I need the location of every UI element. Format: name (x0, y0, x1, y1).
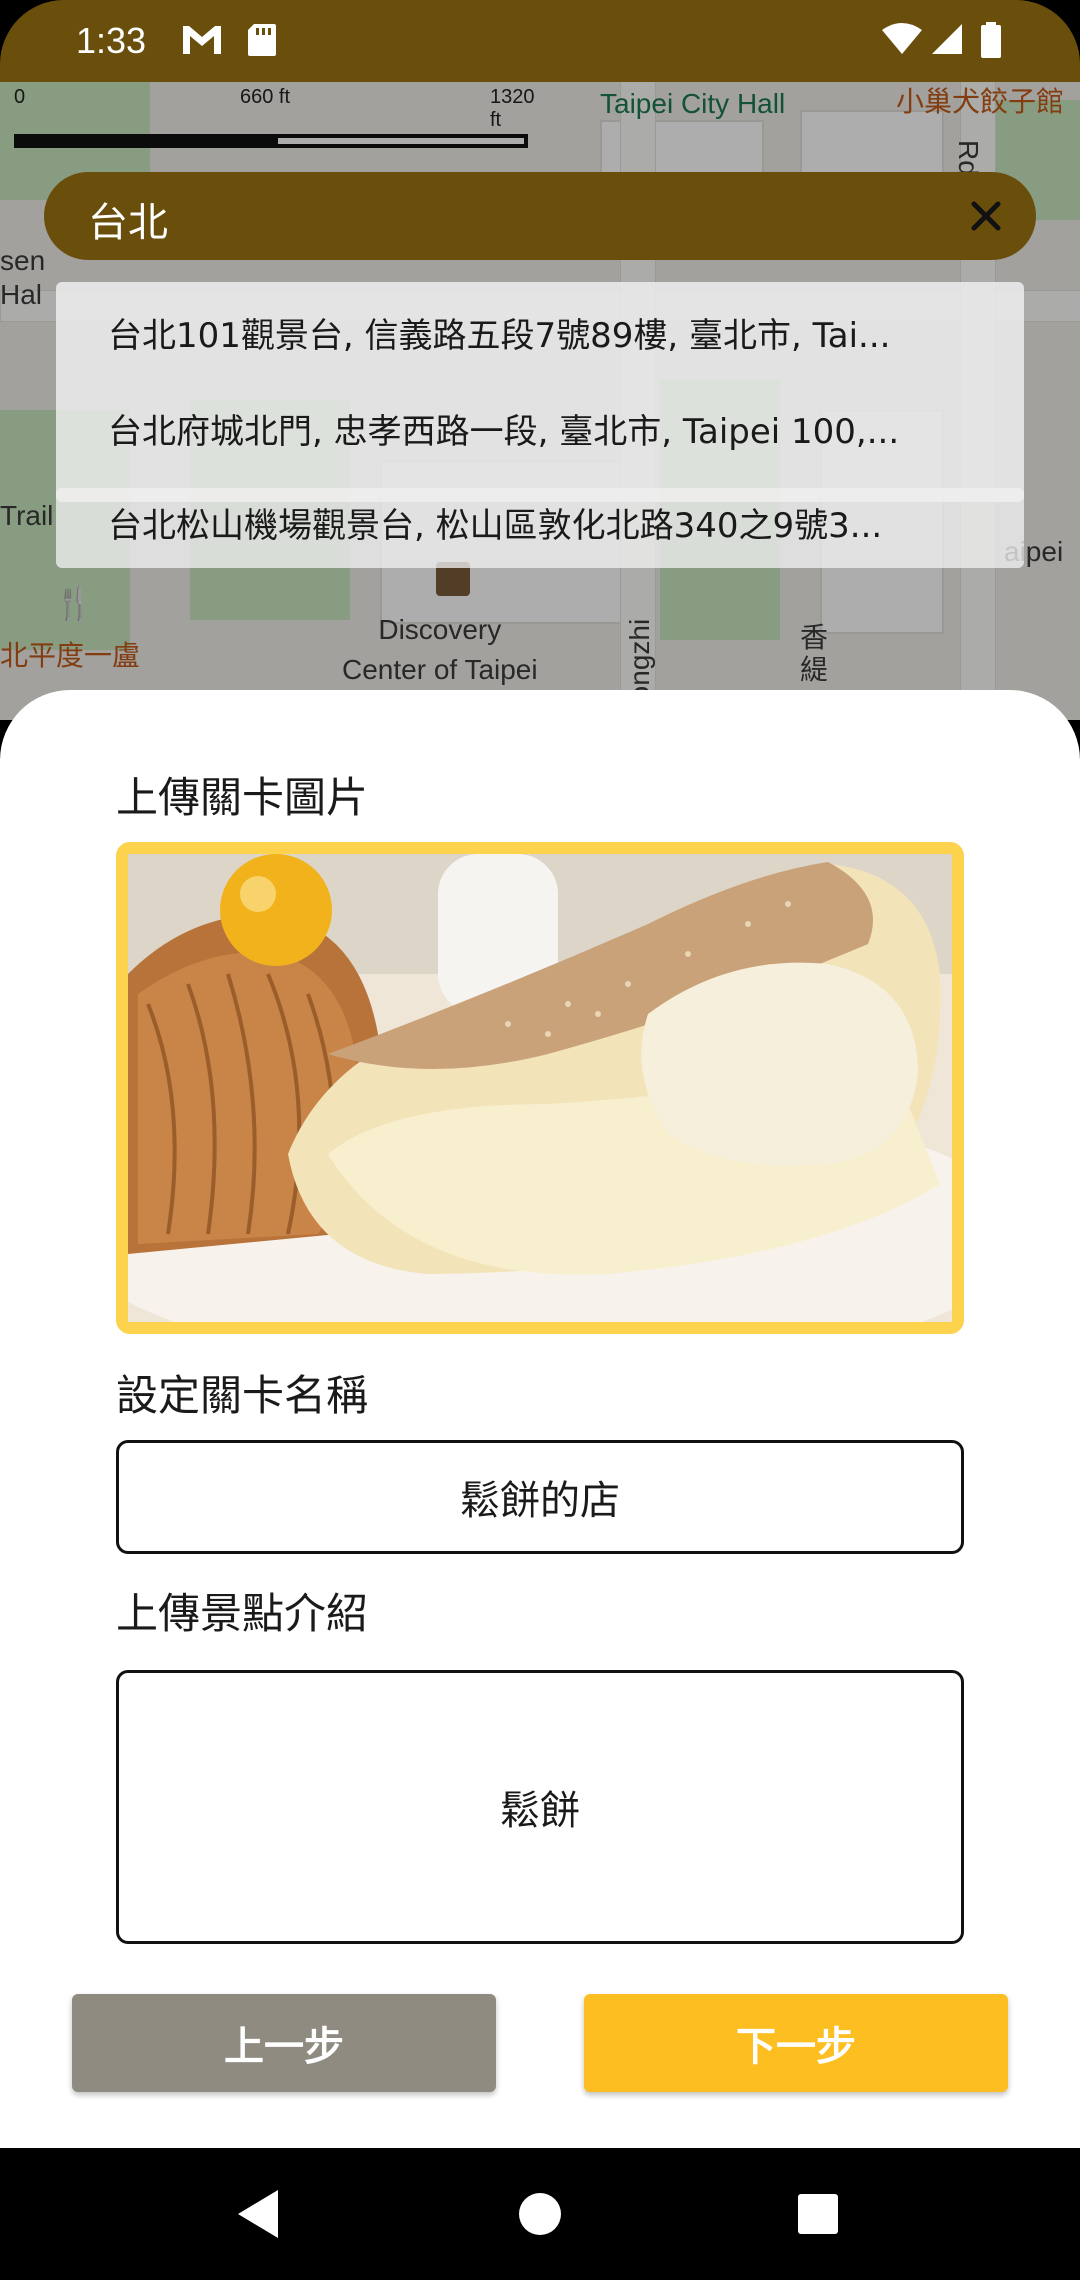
intro-field[interactable]: 鬆餅 (116, 1670, 964, 1944)
search-suggestions: 台北101觀景台, 信義路五段7號89樓, 臺北市, Tai... 台北府城北門… (56, 282, 1024, 502)
phone-screen: 0 660 ft 1320 ft Taipei City Hall 小巢犬餃子館… (0, 0, 1080, 2280)
sd-card-icon (248, 24, 276, 56)
search-suggestions-overflow: 台北松山機場觀景台, 松山區敦化北路340之9號3... (56, 488, 1024, 568)
gmail-icon (183, 26, 221, 54)
search-input[interactable]: 台北 (88, 190, 168, 248)
pancake-photo (128, 854, 952, 1322)
navigation-bar (0, 2148, 1080, 2280)
suggestion-item[interactable]: 台北松山機場觀景台, 松山區敦化北路340之9號3... (108, 498, 1028, 547)
suggestion-item[interactable]: 台北101觀景台, 信義路五段7號89樓, 臺北市, Tai... (108, 308, 1028, 357)
close-icon[interactable] (962, 192, 1010, 240)
next-step-button[interactable]: 下一步 (584, 1994, 1008, 2092)
previous-step-button[interactable]: 上一步 (72, 1994, 496, 2092)
battery-icon (981, 22, 1001, 58)
search-bar[interactable]: 台北 (44, 172, 1036, 260)
level-name-field[interactable]: 鬆餅的店 (116, 1440, 964, 1554)
name-label: 設定關卡名稱 (116, 1371, 369, 1420)
image-label: 上傳關卡圖片 (116, 773, 369, 822)
signal-icon (932, 24, 962, 54)
status-bar: 1:33 (0, 0, 1080, 82)
status-time: 1:33 (76, 20, 147, 61)
suggestion-item[interactable]: 台北府城北門, 忠孝西路一段, 臺北市, Taipei 100,... (108, 404, 1028, 453)
intro-label: 上傳景點介紹 (116, 1589, 369, 1638)
home-icon[interactable] (516, 2186, 564, 2242)
back-icon[interactable] (234, 2186, 282, 2242)
wifi-icon (882, 23, 922, 54)
recents-icon[interactable] (796, 2186, 840, 2242)
level-image[interactable] (116, 842, 964, 1334)
